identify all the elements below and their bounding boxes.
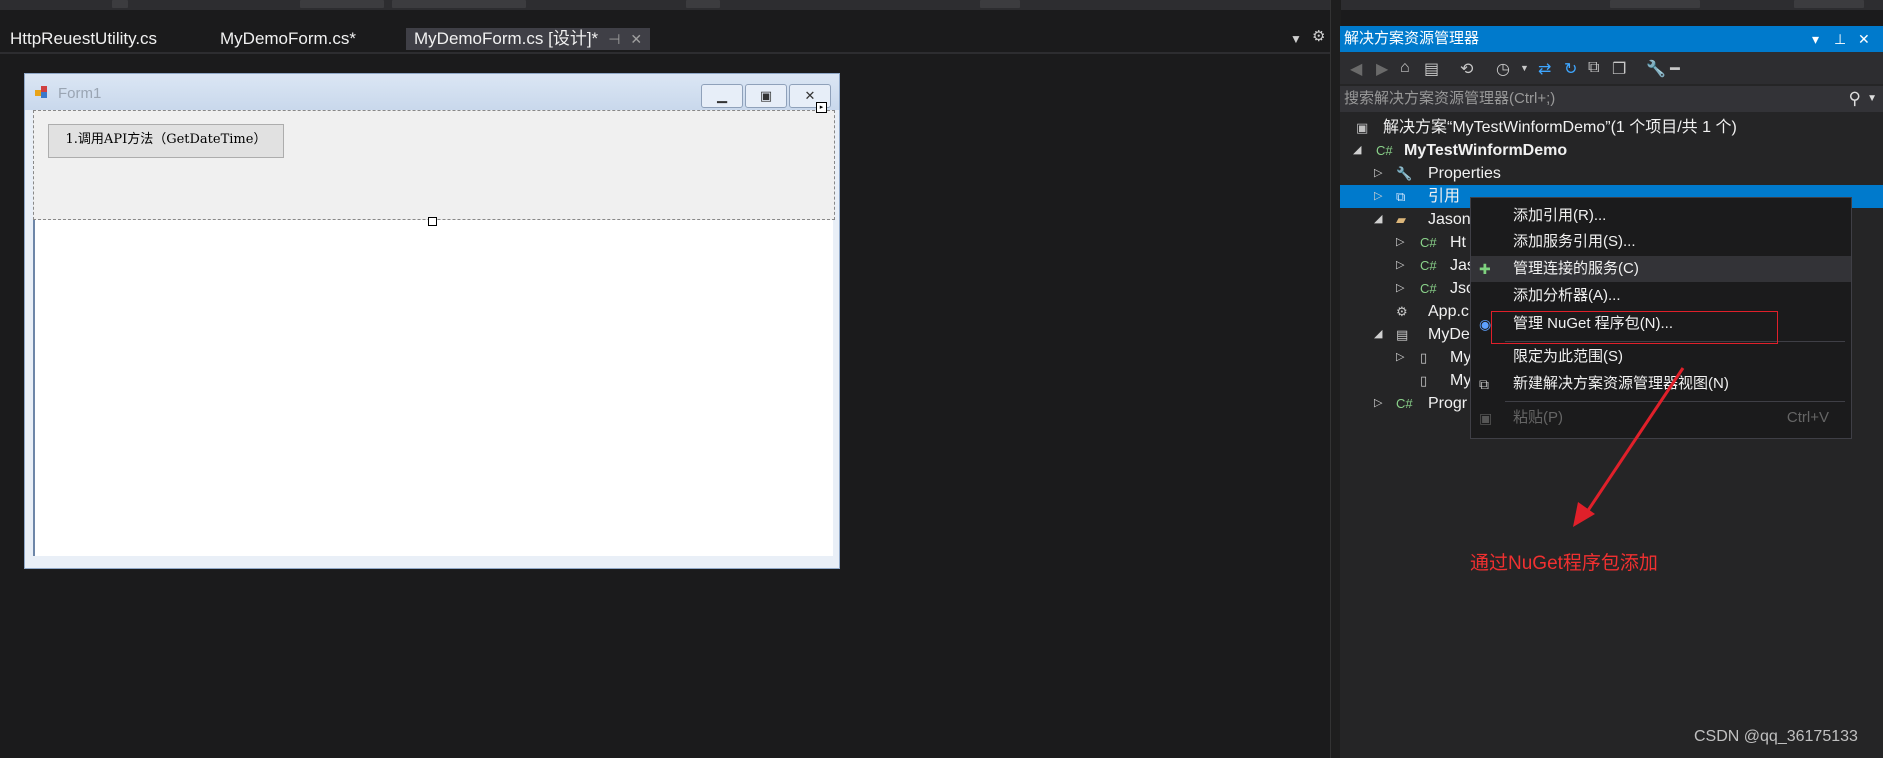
annotation-arrow-icon [1573,367,1685,527]
watermark: CSDN @qq_36175133 [1694,728,1858,745]
annotation-text: 通过NuGet程序包添加 [1470,553,1658,574]
